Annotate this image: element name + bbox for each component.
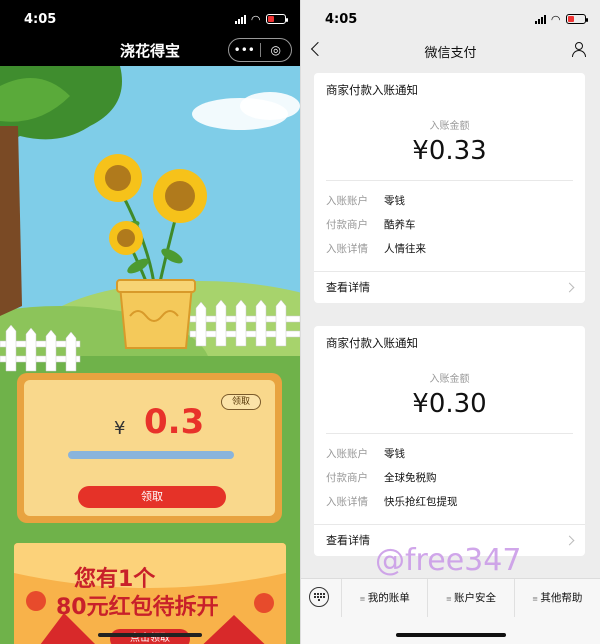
more-icon[interactable]: ••• (229, 39, 260, 61)
battery-icon (266, 14, 288, 24)
progress-bar (68, 451, 234, 459)
bottom-menu-bar: 我的账单 账户安全 其他帮助 (301, 578, 600, 644)
reward-card: ¥ 0.3 领取 领取 (17, 373, 282, 523)
navigation-bar: 微信支付 (301, 38, 600, 66)
close-target-icon[interactable]: ◎ (261, 39, 292, 61)
banner-line-2: 80元红包待拆开 (56, 595, 219, 620)
chevron-right-icon (564, 282, 575, 293)
red-packet-banner[interactable]: 您有1个 80元红包待拆开 点击领取 (14, 543, 286, 644)
wifi-icon: ◠ (551, 12, 560, 26)
signal-icon (534, 14, 546, 24)
detail-row: 付款商户 酷养车 (326, 219, 416, 231)
menu-other-help[interactable]: 其他帮助 (513, 579, 600, 617)
notice-card: 商家付款入账通知 入账金额 ¥0.33 入账账户 零钱 付款商户 酷养车 入账详情人… (314, 73, 585, 303)
notice-title: 商家付款入账通知 (326, 83, 418, 97)
detail-row: 入账账户 零钱 (326, 195, 405, 207)
notice-title: 商家付款入账通知 (326, 336, 418, 350)
chevron-right-icon (564, 535, 575, 546)
menu-account-security[interactable]: 账户安全 (427, 579, 513, 617)
keyboard-icon[interactable] (309, 587, 329, 607)
page-title: 微信支付 (424, 46, 477, 61)
amount-value: ¥0.30 (412, 389, 487, 419)
status-bar: 4:05 ◠ (0, 0, 300, 38)
profile-icon[interactable] (572, 42, 586, 58)
status-time: 4:05 (24, 11, 57, 27)
currency-symbol: ¥ (114, 418, 126, 439)
detail-row: 入账账户 零钱 (326, 448, 405, 460)
capsule-menu[interactable]: ••• ◎ (228, 38, 292, 62)
signal-icon (234, 14, 246, 24)
menu-my-bills[interactable]: 我的账单 (341, 579, 427, 617)
status-time: 4:05 (325, 11, 358, 27)
left-phone-screen: 4:05 ◠ 浇花得宝 ••• ◎ ¥ 0.3 领取 领取 您有1个 80元红包… (0, 0, 300, 644)
mini-program-title-bar: 浇花得宝 ••• ◎ (0, 38, 300, 66)
reward-amount: 0.3 (144, 402, 205, 442)
notice-card: 商家付款入账通知 入账金额 ¥0.30 入账账户 零钱 付款商户 全球免税购 入账详… (314, 326, 585, 556)
small-claim-button[interactable]: 领取 (221, 394, 261, 410)
amount-label: 入账金额 (429, 121, 470, 132)
home-indicator[interactable] (98, 633, 202, 637)
detail-row: 入账详情 快乐抢红包提现 (326, 496, 458, 508)
detail-row: 付款商户 全球免税购 (326, 472, 437, 484)
watermark: @free347 (375, 543, 522, 578)
status-bar: 4:05 ◠ (301, 0, 600, 38)
view-details-link[interactable]: 查看详情 (314, 271, 585, 303)
claim-button[interactable]: 领取 (78, 486, 226, 508)
wifi-icon: ◠ (251, 12, 260, 26)
amount-value: ¥0.33 (412, 136, 487, 166)
amount-label: 入账金额 (429, 374, 470, 385)
detail-row: 入账详情 人情往来 (326, 243, 426, 255)
battery-icon (566, 14, 588, 24)
game-scene: ¥ 0.3 领取 领取 您有1个 80元红包待拆开 点击领取 (0, 66, 300, 644)
home-indicator[interactable] (396, 633, 506, 637)
